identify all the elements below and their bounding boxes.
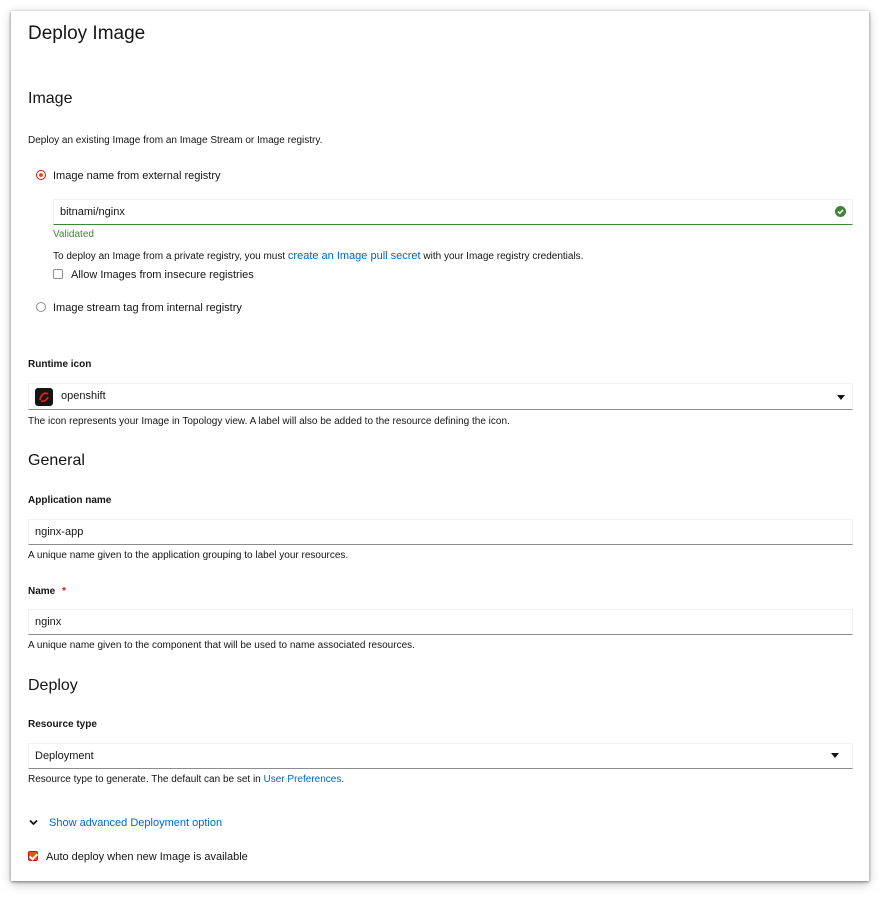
auto-deploy-label[interactable]: Auto deploy when new Image is available bbox=[46, 851, 248, 863]
insecure-registries-checkbox[interactable] bbox=[53, 269, 63, 279]
caret-down-icon bbox=[831, 753, 839, 758]
runtime-icon-select[interactable]: openshift bbox=[28, 383, 853, 410]
application-name-input[interactable]: nginx-app bbox=[28, 519, 853, 545]
image-section-description: Deploy an existing Image from an Image S… bbox=[28, 135, 323, 146]
general-heading: General bbox=[28, 452, 85, 469]
radio-external-registry-label[interactable]: Image name from external registry bbox=[53, 170, 221, 182]
page-title: Deploy Image bbox=[28, 23, 146, 44]
name-help: A unique name given to the component tha… bbox=[28, 640, 415, 651]
radio-internal-registry-label[interactable]: Image stream tag from internal registry bbox=[53, 302, 242, 314]
caret-down-icon bbox=[837, 395, 845, 400]
user-preferences-link[interactable]: User Preferences bbox=[264, 774, 342, 785]
image-name-value: bitnami/nginx bbox=[60, 206, 125, 218]
private-help-suffix: with your Image registry credentials. bbox=[423, 251, 584, 262]
resource-help-prefix: Resource type to generate. The default c… bbox=[28, 774, 261, 785]
create-pull-secret-link[interactable]: create an Image pull secret bbox=[288, 250, 421, 262]
chevron-down-icon[interactable] bbox=[29, 819, 38, 826]
private-help-prefix: To deploy an Image from a private regist… bbox=[53, 251, 286, 262]
resource-type-select[interactable]: Deployment bbox=[28, 743, 853, 769]
image-section-heading: Image bbox=[28, 90, 73, 107]
application-name-value: nginx-app bbox=[35, 526, 84, 538]
private-registry-help: To deploy an Image from a private regist… bbox=[53, 250, 583, 262]
name-label-text: Name bbox=[28, 586, 56, 597]
resource-type-label: Resource type bbox=[28, 719, 97, 730]
name-input[interactable]: nginx bbox=[28, 609, 853, 635]
resource-type-help: Resource type to generate. The default c… bbox=[28, 774, 344, 785]
deploy-heading: Deploy bbox=[28, 677, 78, 694]
auto-deploy-checkbox[interactable] bbox=[28, 851, 38, 861]
name-value: nginx bbox=[35, 616, 62, 628]
runtime-icon-label: Runtime icon bbox=[28, 359, 92, 370]
application-name-help: A unique name given to the application g… bbox=[28, 550, 349, 561]
validated-text: Validated bbox=[53, 229, 94, 240]
radio-internal-registry[interactable] bbox=[36, 302, 46, 312]
radio-external-registry[interactable] bbox=[36, 170, 46, 180]
show-advanced-deployment-toggle[interactable]: Show advanced Deployment option bbox=[49, 817, 222, 829]
check-circle-icon bbox=[835, 206, 846, 217]
name-label: Name * bbox=[28, 586, 66, 597]
openshift-icon bbox=[35, 388, 53, 406]
resource-type-value: Deployment bbox=[35, 750, 94, 762]
insecure-registries-label[interactable]: Allow Images from insecure registries bbox=[71, 269, 254, 281]
image-name-input[interactable]: bitnami/nginx bbox=[53, 199, 853, 225]
application-name-label: Application name bbox=[28, 495, 112, 506]
resource-help-suffix: . bbox=[341, 774, 345, 785]
runtime-icon-help: The icon represents your Image in Topolo… bbox=[28, 416, 510, 427]
runtime-icon-value: openshift bbox=[61, 390, 106, 402]
required-mark: * bbox=[62, 586, 66, 597]
